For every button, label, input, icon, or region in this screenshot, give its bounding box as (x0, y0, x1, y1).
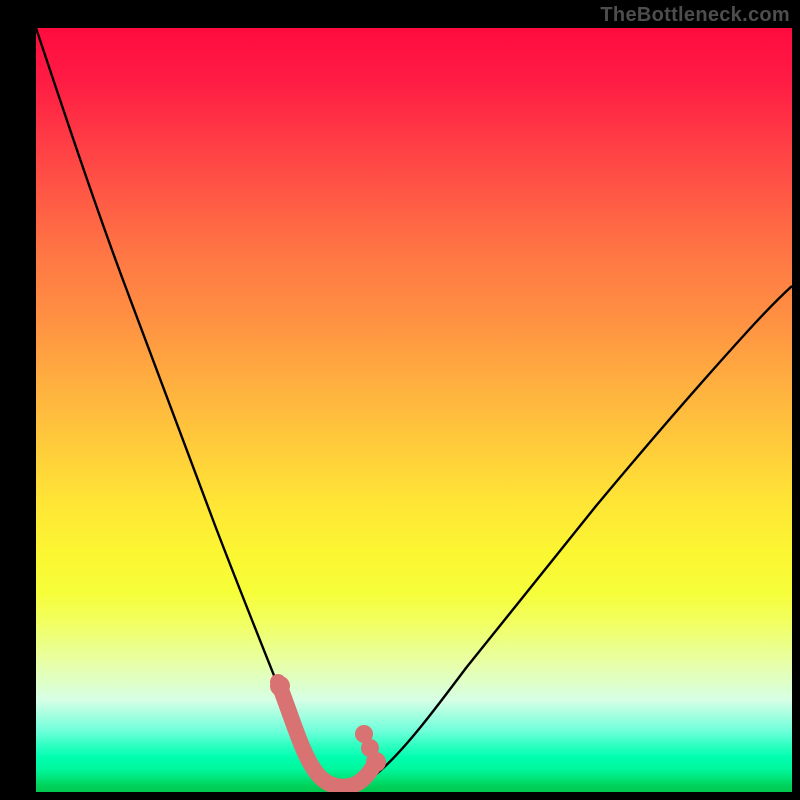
plot-area (36, 28, 792, 792)
watermark-text: TheBottleneck.com (600, 4, 790, 27)
marker-dot (355, 725, 373, 743)
chart-stage: TheBottleneck.com (0, 0, 800, 800)
trough-markers (36, 28, 792, 792)
marker-dot (270, 676, 290, 696)
